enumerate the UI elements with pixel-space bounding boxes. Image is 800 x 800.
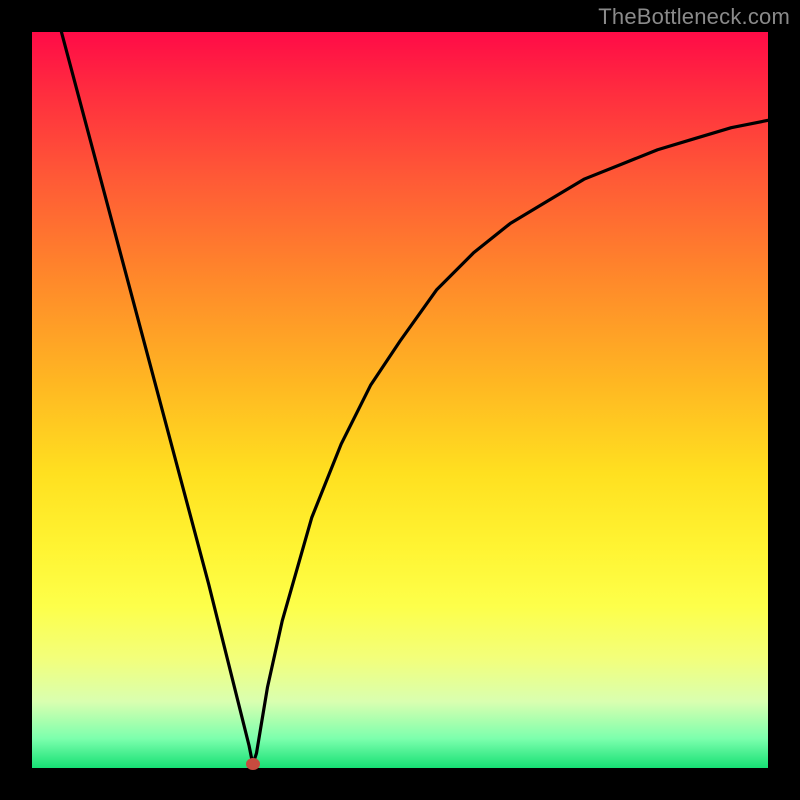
plot-area [32, 32, 768, 768]
chart-frame: TheBottleneck.com [0, 0, 800, 800]
optimum-marker [246, 758, 260, 770]
watermark-text: TheBottleneck.com [598, 4, 790, 30]
bottleneck-curve [32, 32, 768, 768]
